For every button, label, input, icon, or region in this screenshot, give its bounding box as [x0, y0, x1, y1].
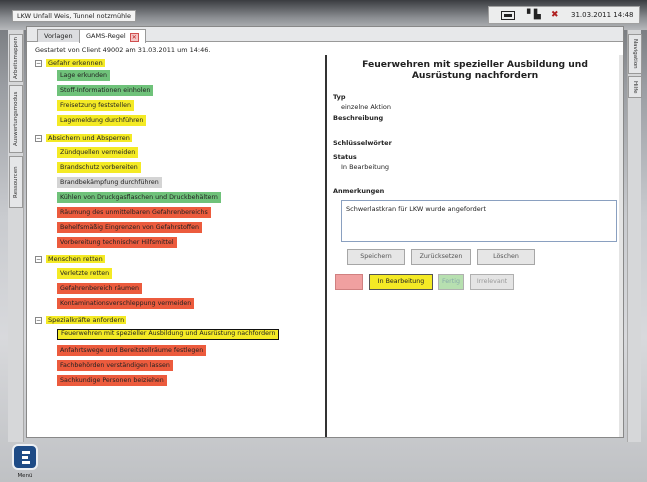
tree-item[interactable]: Lagemeldung durchführen — [57, 115, 147, 126]
main-window: Vorlagen GAMS-Regel ✕ Gestartet von Clien… — [26, 26, 624, 438]
pane-divider[interactable] — [325, 55, 327, 437]
typ-value: einzelne Aktion — [341, 103, 391, 111]
tree-item[interactable]: Gefahrenbereich räumen — [57, 283, 142, 294]
tree-item[interactable]: Brandschutz vorbereiten — [57, 162, 141, 173]
menu-icon — [12, 444, 38, 470]
anmerkungen-label: Anmerkungen — [333, 187, 385, 195]
collapse-icon[interactable]: − — [35, 135, 42, 142]
group-label: Spezialkräfte anfordern — [46, 316, 127, 324]
close-tab-icon[interactable]: ✕ — [129, 33, 139, 42]
close-icon[interactable]: ✖ — [551, 7, 559, 24]
tree-item[interactable]: Kühlen von Druckgasflaschen und Druckbeh… — [57, 192, 221, 203]
delete-button[interactable]: Löschen — [477, 249, 535, 265]
collapse-icon[interactable]: − — [35, 60, 42, 67]
right-panel-strip: Navigation Hilfe — [627, 30, 642, 442]
collapse-icon[interactable]: − — [35, 317, 42, 324]
battery-icon — [501, 11, 515, 20]
tab-auswertungsmodus[interactable]: Auswertungsmodus — [9, 85, 23, 153]
tree-item[interactable]: Anfahrtswege und Bereitstellräume festle… — [57, 345, 207, 356]
status-label: Status — [333, 153, 357, 161]
window-title: LKW Unfall Weis, Tunnel notzmühle — [12, 10, 136, 22]
tab-vorlagen[interactable]: Vorlagen — [37, 29, 80, 42]
tree-item[interactable]: Freisetzung feststellen — [57, 100, 134, 111]
group-label: Menschen retten — [46, 255, 105, 263]
detail-title: Feuerwehren mit spezieller Ausbildung un… — [333, 59, 617, 81]
tab-ressourcen[interactable]: Ressourcen — [9, 156, 23, 208]
signal-icon: ▘▙ — [527, 10, 541, 20]
tab-label: GAMS-Regel — [86, 32, 126, 40]
status-red-button[interactable] — [335, 274, 363, 290]
schluesselwoerter-label: Schlüsselwörter — [333, 139, 392, 147]
save-button[interactable]: Speichern — [347, 249, 405, 265]
tree-item-selected[interactable]: Feuerwehren mit spezieller Ausbildung un… — [57, 329, 280, 340]
tree-group[interactable]: − Spezialkräfte anfordern — [35, 315, 127, 325]
tab-bar: Vorlagen GAMS-Regel ✕ — [27, 27, 623, 43]
tree-group[interactable]: − Absichern und Absperren — [35, 133, 132, 143]
started-info: Gestartet von Client 49002 am 31.03.2011… — [35, 46, 211, 54]
tree-item[interactable]: Vorbereitung technischer Hilfsmittel — [57, 237, 177, 248]
group-label: Absichern und Absperren — [46, 134, 132, 142]
tree-item[interactable]: Zündquellen vermeiden — [57, 147, 139, 158]
tree-item[interactable]: Brandbekämpfung durchführen — [57, 177, 162, 188]
tree-item[interactable]: Behelfsmäßig Eingrenzen von Gefahrstoffe… — [57, 222, 203, 233]
tree-item[interactable]: Kontaminationsverschleppung vermeiden — [57, 298, 195, 309]
menu-button[interactable]: Menü — [10, 442, 40, 482]
status-bar: ▘▙ ✖ 31.03.2011 14:48 — [488, 6, 640, 24]
datetime: 31.03.2011 14:48 — [571, 11, 634, 19]
left-panel-strip: Arbeitsmappen Auswertungsmodus Ressource… — [8, 30, 24, 442]
scrollbar[interactable] — [619, 55, 623, 437]
tree-item[interactable]: Räumung des unmittelbaren Gefahrenbereic… — [57, 207, 211, 218]
group-label: Gefahr erkennen — [46, 59, 105, 67]
tree-item[interactable]: Verletzte retten — [57, 268, 113, 279]
status-irrelevant-button[interactable]: Irrelevant — [470, 274, 514, 290]
status-in-progress-button[interactable]: In Bearbeitung — [369, 274, 433, 290]
tree-group[interactable]: − Gefahr erkennen — [35, 58, 105, 68]
detail-title-line: Ausrüstung nachfordern — [411, 70, 539, 81]
reset-button[interactable]: Zurücksetzen — [411, 249, 471, 265]
tab-navigation[interactable]: Navigation — [628, 34, 642, 74]
menu-label: Menü — [17, 473, 33, 479]
tab-arbeitsmappen[interactable]: Arbeitsmappen — [9, 34, 23, 82]
tree-item[interactable]: Sachkundige Personen beiziehen — [57, 375, 167, 386]
tree-item[interactable]: Stoff-Informationen einholen — [57, 85, 154, 96]
tab-gams-regel[interactable]: GAMS-Regel ✕ — [79, 29, 146, 43]
status-done-button[interactable]: Fertig — [438, 274, 464, 290]
collapse-icon[interactable]: − — [35, 256, 42, 263]
typ-label: Typ — [333, 93, 346, 101]
tree-item[interactable]: Fachbehörden verständigen lassen — [57, 360, 173, 371]
tab-label: Vorlagen — [44, 32, 73, 40]
status-value: In Bearbeitung — [341, 163, 390, 171]
detail-title-line: Feuerwehren mit spezieller Ausbildung un… — [362, 59, 588, 70]
tree-item[interactable]: Lage erkunden — [57, 70, 110, 81]
anmerkungen-textarea[interactable]: Schwerlastkran für LKW wurde angefordert — [341, 200, 617, 242]
tab-hilfe[interactable]: Hilfe — [628, 76, 642, 98]
tree-group[interactable]: − Menschen retten — [35, 254, 105, 264]
beschreibung-label: Beschreibung — [333, 114, 384, 122]
